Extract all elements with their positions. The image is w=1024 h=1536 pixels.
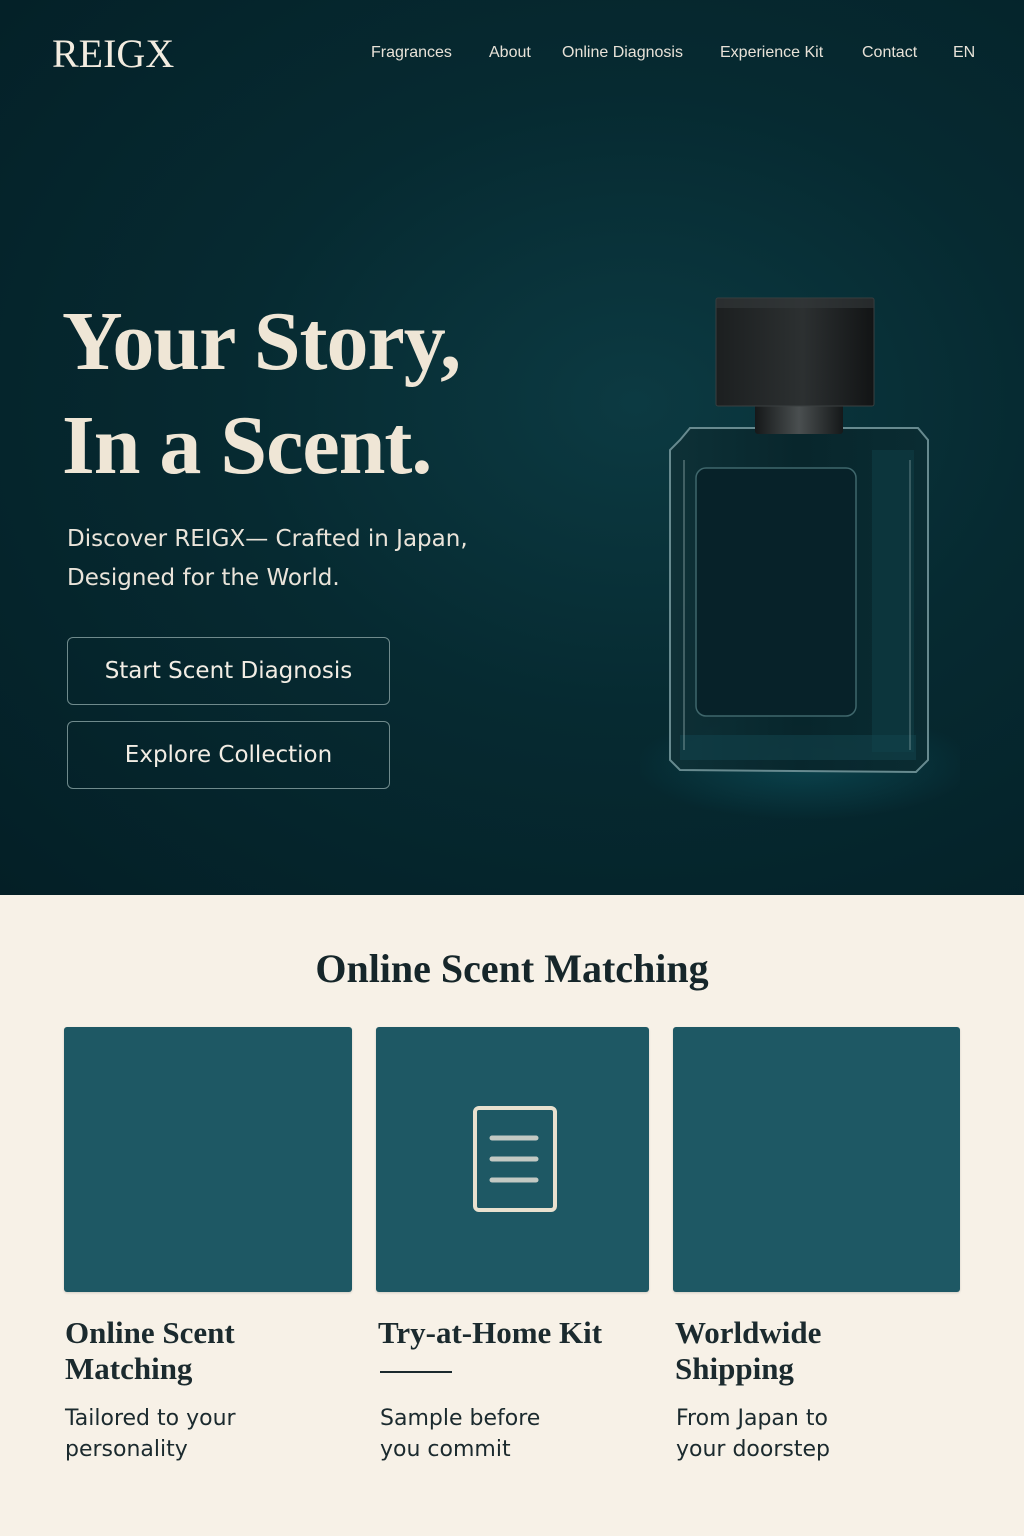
hero-subtitle: Discover REIGX— Crafted in Japan, Design… [67, 520, 527, 598]
hero-subtitle-line-2: Designed for the World. [67, 565, 340, 591]
feature-card-image-worldwide-shipping[interactable] [673, 1027, 960, 1292]
feature-card-desc-line: From Japan to [676, 1406, 828, 1431]
feature-card-desc-line: personality [65, 1437, 188, 1462]
feature-card-image-try-at-home-kit[interactable] [376, 1027, 649, 1292]
feature-card-title-online-scent-matching: Online Scent Matching [65, 1315, 235, 1387]
feature-card-title-line: Online Scent [65, 1315, 235, 1350]
feature-card-desc-line: you commit [380, 1437, 511, 1462]
features-section: Online Scent Matching Online Scent Match… [0, 895, 1024, 1536]
feature-card-title-try-at-home-kit: Try-at-Home Kit [378, 1315, 602, 1351]
feature-card-desc-line: your doorstep [676, 1437, 830, 1462]
feature-card-desc-line: Tailored to your [65, 1406, 236, 1431]
explore-collection-button[interactable]: Explore Collection [67, 721, 390, 789]
hero-title: Your Story, In a Scent. [62, 290, 461, 498]
feature-card-title-line: Worldwide [675, 1315, 822, 1350]
perfume-bottle-image [640, 297, 960, 820]
hero-title-line-1: Your Story, [62, 295, 461, 388]
main-nav: Fragrances About Online Diagnosis Experi… [0, 44, 1024, 68]
feature-card-desc-try-at-home-kit: Sample before you commit [380, 1403, 540, 1465]
feature-card-desc-line: Sample before [380, 1406, 541, 1431]
hero-section: REIGX Fragrances About Online Diagnosis … [0, 0, 1024, 895]
title-underline-divider [380, 1371, 452, 1373]
feature-card-desc-worldwide-shipping: From Japan to your doorstep [676, 1403, 830, 1465]
hero-subtitle-line-1: Discover REIGX— Crafted in Japan, [67, 526, 468, 552]
feature-card-image-online-scent-matching[interactable] [64, 1027, 352, 1292]
document-icon [473, 1106, 557, 1212]
feature-card-title-line: Matching [65, 1351, 193, 1386]
nav-item-experience-kit[interactable]: Experience Kit [720, 44, 823, 62]
features-heading: Online Scent Matching [315, 946, 709, 991]
hero-title-line-2: In a Scent. [62, 399, 432, 492]
feature-card-title-worldwide-shipping: Worldwide Shipping [675, 1315, 821, 1387]
feature-card-title-line: Try-at-Home Kit [378, 1315, 603, 1350]
start-scent-diagnosis-button[interactable]: Start Scent Diagnosis [67, 637, 390, 705]
feature-card-desc-online-scent-matching: Tailored to your personality [65, 1403, 236, 1465]
feature-card-title-line: Shipping [675, 1351, 794, 1386]
nav-item-contact[interactable]: Contact [862, 44, 917, 62]
nav-item-about[interactable]: About [489, 44, 531, 62]
nav-item-fragrances[interactable]: Fragrances [371, 44, 452, 62]
nav-item-online-diagnosis[interactable]: Online Diagnosis [562, 44, 683, 62]
language-selector[interactable]: EN [953, 44, 975, 62]
